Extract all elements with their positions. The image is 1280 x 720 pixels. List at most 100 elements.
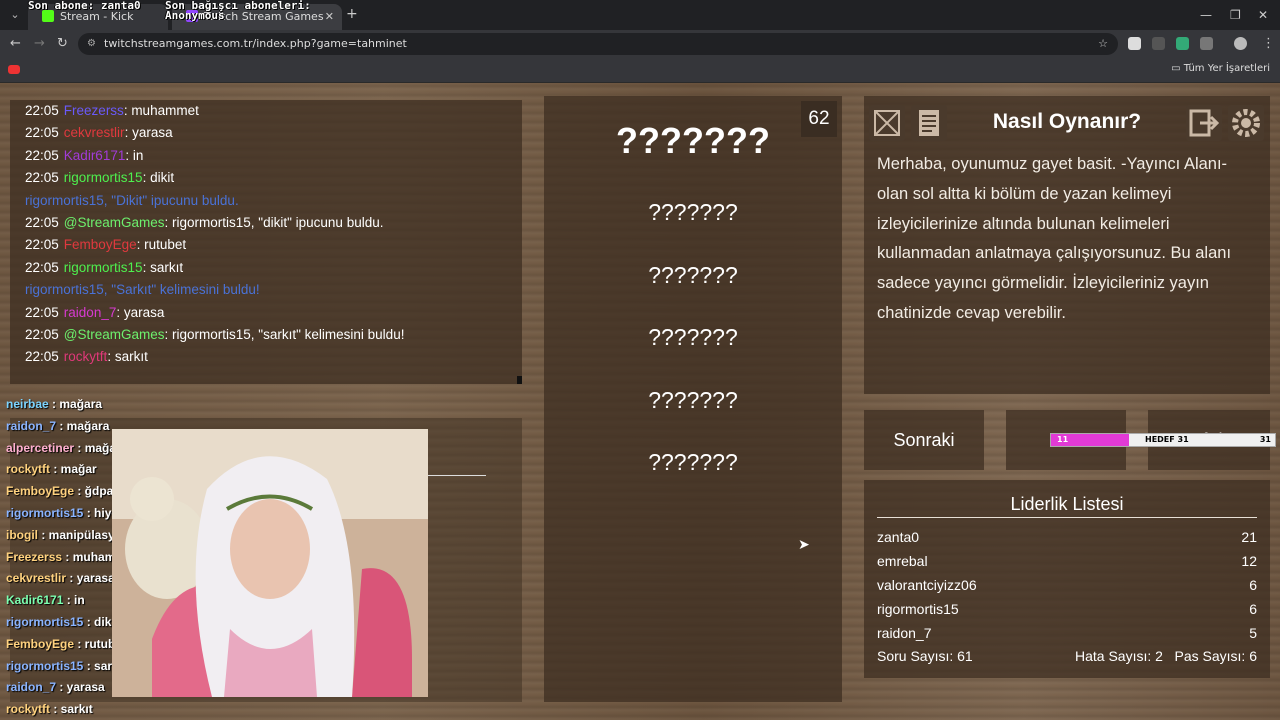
chat-username[interactable]: cekvrestlir (64, 125, 125, 140)
minimize-button[interactable]: — (1200, 8, 1212, 22)
site-info-icon[interactable]: ⚙ (87, 33, 96, 55)
profile-avatar[interactable] (1234, 37, 1247, 50)
next-button[interactable]: Sonraki (864, 410, 984, 470)
overlay-text: : sarkıt (50, 702, 93, 717)
chat-message: 22:05 @StreamGames: rigormortis15, "dikit… (25, 215, 383, 230)
chat-message: 22:05 rigormortis15: dikit (25, 170, 174, 185)
notes-icon[interactable] (911, 105, 947, 141)
leaderboard-row: valorantciyizz06 6 (877, 577, 1257, 593)
forbidden-word: ??????? (648, 261, 738, 288)
leaderboard-divider (877, 517, 1257, 518)
chat-text: : in (125, 147, 144, 163)
youtube-icon[interactable] (8, 65, 20, 74)
reload-icon[interactable]: ↻ (57, 36, 68, 51)
player-score: 12 (1241, 553, 1257, 569)
fullscreen-icon[interactable] (869, 105, 905, 141)
chat-scrollbar[interactable] (517, 376, 522, 384)
overlay-chat-message: cekvrestlir : yarasa (6, 571, 115, 585)
close-window-button[interactable]: ✕ (1258, 8, 1268, 22)
mouse-cursor: ➤ (798, 537, 810, 553)
chat-text: : yarasa (124, 125, 173, 141)
forward-icon[interactable]: → (34, 36, 45, 51)
overlay-text: : mağa (74, 440, 117, 455)
chat-timestamp: 22:05 (25, 103, 59, 118)
goal-target: 31 (1259, 435, 1271, 444)
all-bookmarks-link[interactable]: ▭ Tüm Yer İşaretleri (1171, 63, 1270, 74)
overlay-text: : mağar (50, 462, 97, 477)
overlay-text: : mağara (48, 397, 103, 411)
extensions-puzzle-icon[interactable] (1200, 37, 1213, 50)
how-to-text: Merhaba, oyunumuz gayet basit. -Yayıncı … (877, 155, 1232, 322)
extension-icon[interactable] (1176, 37, 1189, 50)
chat-username[interactable]: Kadir6171 (64, 148, 126, 163)
chat-text: : yarasa (116, 304, 165, 320)
chat-message: 22:05 rigormortis15: sarkıt (25, 260, 183, 275)
chat-username[interactable]: rigormortis15 (64, 260, 143, 275)
webcam-feed (112, 429, 428, 697)
forbidden-word: ??????? (648, 199, 738, 225)
chat-timestamp: 22:05 (25, 349, 59, 365)
address-bar-row: ← → ↻ ⚙ twitchstreamgames.com.tr/index.p… (0, 30, 1280, 58)
forbidden-word: ??????? (648, 449, 738, 475)
gear-glyph (1232, 109, 1260, 137)
chat-username[interactable]: rigormortis15 (64, 170, 143, 185)
chat-text: : muhammet (123, 103, 199, 118)
bookmark-star-icon[interactable]: ☆ (1098, 33, 1108, 55)
overlay-username: ibogil (6, 527, 38, 542)
overlay-chat-message: FemboyEge : ğdpav (6, 484, 120, 498)
overlay-chat-message: rockytft : mağar (6, 462, 97, 476)
webcam-image (112, 429, 428, 697)
how-to-title: Nasıl Oynanır? (992, 110, 1142, 133)
player-name: emrebal (877, 553, 928, 569)
chat-username[interactable]: rigormortis15, (25, 282, 108, 297)
chat-username[interactable]: rockytft (64, 349, 108, 364)
chat-username[interactable]: FemboyEge (64, 237, 137, 252)
goal-label: HEDEF 31 (1145, 435, 1189, 444)
url-text: twitchstreamgames.com.tr/index.php?game=… (104, 37, 407, 50)
overlay-text: : yarasa (66, 571, 115, 586)
overlay-chat-message: rigormortis15 : hiye (6, 506, 118, 520)
countdown-timer: 62 (801, 101, 837, 137)
all-bookmarks-label: Tüm Yer İşaretleri (1183, 63, 1270, 74)
chat-username[interactable]: Freezerss (64, 103, 124, 118)
menu-kebab-icon[interactable]: ⋮ (1262, 36, 1275, 51)
overlay-username: Kadir6171 (6, 593, 64, 608)
overlay-username: Freezerss (6, 549, 63, 564)
overlay-text: : muham (62, 549, 116, 564)
chat-message: 22:05 @StreamGames: rigormortis15, "sarkı… (25, 327, 404, 342)
exit-icon[interactable] (1186, 105, 1222, 141)
overlay-username: raidon_7 (6, 418, 57, 433)
chat-timestamp: 22:05 (25, 147, 59, 163)
back-icon[interactable]: ← (10, 36, 21, 51)
overlay-chat-message: rigormortis15 : sark (6, 659, 119, 673)
chat-message: 22:05 Freezerss: muhammet (25, 103, 199, 118)
overlay-chat-message: alpercetiner : mağa (6, 441, 116, 455)
chat-username[interactable]: @StreamGames (64, 215, 165, 230)
extension-icon[interactable] (1152, 37, 1165, 50)
overlay-username: raidon_7 (6, 680, 57, 695)
chat-username[interactable]: rigormortis15, (25, 193, 108, 208)
bookmarks-bar: ▭ Tüm Yer İşaretleri (0, 58, 1280, 83)
chat-text: : dikit (142, 170, 175, 186)
chat-timestamp: 22:05 (25, 215, 59, 230)
chat-timestamp: 22:05 (25, 327, 59, 342)
overlay-chat-message: Freezerss : muham (6, 550, 115, 564)
close-tab-icon[interactable]: ✕ (325, 4, 334, 30)
chat-message: 22:05 raidon_7: yarasa (25, 305, 164, 320)
url-field[interactable]: ⚙ twitchstreamgames.com.tr/index.php?gam… (78, 33, 1118, 55)
chat-message: 22:05 Kadir6171: in (25, 148, 143, 163)
chat-username[interactable]: raidon_7 (64, 305, 117, 320)
chat-timestamp: 22:05 (25, 304, 59, 320)
restore-button[interactable]: ❐ (1230, 8, 1241, 22)
chat-username[interactable]: @StreamGames (64, 327, 165, 342)
overlay-username: alpercetiner (6, 440, 75, 455)
tab-search-icon[interactable]: ⌄ (6, 6, 24, 24)
pass-count: Pas Sayısı: 6 (1174, 648, 1257, 664)
settings-gear-icon[interactable] (1228, 105, 1264, 141)
overlay-chat-message: raidon_7 : mağara (6, 419, 109, 433)
extension-icon[interactable] (1128, 37, 1141, 50)
player-score: 6 (1249, 577, 1257, 593)
new-tab-button[interactable]: + (346, 6, 358, 22)
divider (428, 475, 486, 476)
error-count: Hata Sayısı: 2 (1075, 648, 1163, 664)
